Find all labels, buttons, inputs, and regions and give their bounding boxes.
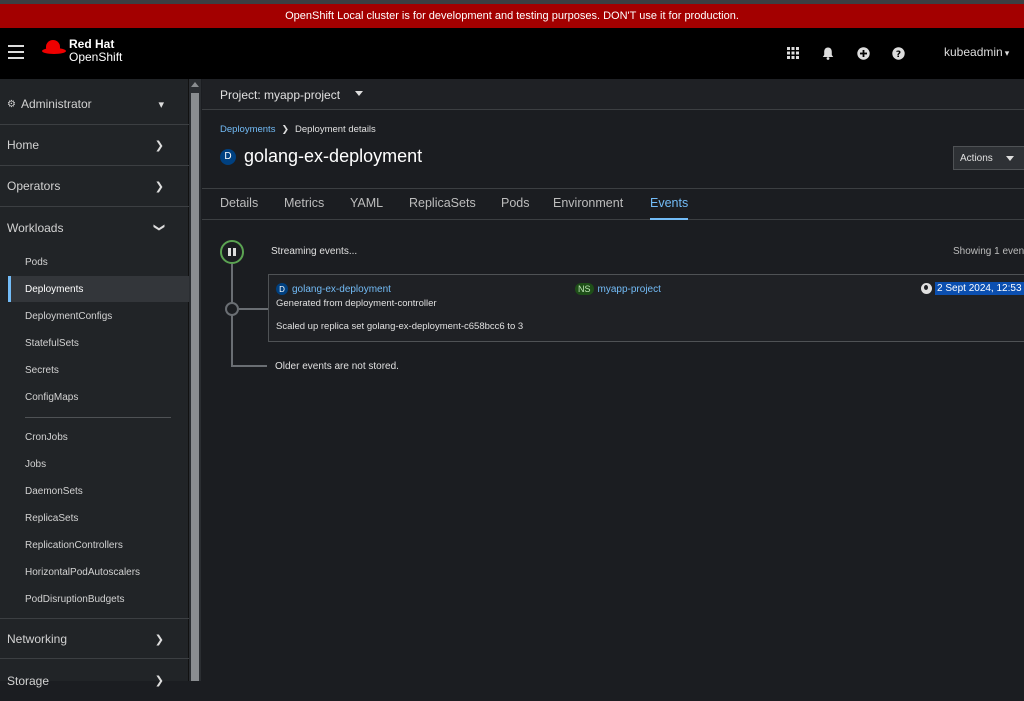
tab-details[interactable]: Details (220, 196, 258, 220)
sidebar-item-statefulsets[interactable]: StatefulSets (8, 330, 189, 356)
question-circle-icon[interactable]: ? (891, 46, 905, 60)
chevron-down-icon: ❯ (152, 222, 165, 233)
nav-section-label: Networking (7, 631, 68, 646)
main-content: Project: myapp-project Deployments ❯ Deplo… (202, 79, 1024, 681)
event-timestamp-text: 2 Sept 2024, 12:53 (935, 282, 1024, 295)
event-timestamp: 2 Sept 2024, 12:53 (921, 282, 1024, 295)
pause-streaming-button[interactable] (220, 240, 244, 264)
tab-environment[interactable]: Environment (553, 196, 623, 220)
events-count: Showing 1 event (953, 246, 1024, 257)
sidebar-item-secrets[interactable]: Secrets (8, 357, 189, 383)
streaming-status: Streaming events... (271, 246, 358, 257)
event-card: D golang-ex-deployment NS myapp-project … (268, 274, 1024, 342)
namespace-badge: NS (575, 283, 594, 295)
brand-logo[interactable]: Red Hat OpenShift (42, 38, 122, 64)
nav-section-label: Home (7, 138, 40, 152)
caret-down-icon: ▾ (158, 99, 164, 111)
timeline-connector (239, 308, 268, 310)
plus-circle-icon[interactable] (856, 46, 870, 60)
breadcrumb-separator-icon: ❯ (281, 124, 289, 134)
event-source: Generated from deployment-controller (276, 298, 437, 309)
event-namespace: NS myapp-project (575, 283, 661, 295)
timeline-node (225, 302, 239, 316)
tab-metrics[interactable]: Metrics (284, 196, 324, 220)
tab-yaml[interactable]: YAML (350, 196, 383, 220)
breadcrumb-current: Deployment details (295, 124, 376, 135)
chevron-right-icon: ❯ (154, 634, 164, 646)
event-resource-link[interactable]: golang-ex-deployment (292, 284, 391, 295)
sidebar-item-cronjobs[interactable]: CronJobs (8, 424, 189, 450)
cluster-warning-banner: OpenShift Local cluster is for developme… (0, 4, 1024, 28)
breadcrumb-deployments-link[interactable]: Deployments (220, 124, 275, 135)
globe-icon (921, 283, 932, 294)
brand-line2: OpenShift (69, 50, 123, 64)
sidebar-scrollbar[interactable] (189, 79, 201, 681)
timeline-connector (231, 365, 267, 367)
sidebar-item-jobs[interactable]: Jobs (8, 451, 189, 477)
tab-bar: Details Metrics YAML ReplicaSets Pods En… (202, 188, 1024, 220)
sidebar-item-replicasets[interactable]: ReplicaSets (8, 505, 189, 531)
sidebar-item-horizontalpodautoscalers[interactable]: HorizontalPodAutoscalers (8, 559, 189, 585)
actions-label: Actions (960, 152, 993, 164)
caret-down-icon: ▾ (1004, 48, 1010, 58)
nav-section-workloads[interactable]: Workloads ❯ (0, 207, 189, 248)
bell-icon[interactable] (821, 46, 835, 60)
page-title-text: golang-ex-deployment (244, 146, 423, 166)
events-panel: Streaming events... Showing 1 event D go… (202, 220, 1024, 681)
masthead: Red Hat OpenShift ? kubeadmin ▾ (0, 28, 1024, 79)
caret-down-icon (1006, 156, 1014, 161)
page-title: D golang-ex-deployment (220, 146, 422, 167)
scroll-up-arrow-icon[interactable] (191, 82, 199, 87)
event-namespace-link[interactable]: myapp-project (598, 284, 661, 295)
project-bar: Project: myapp-project (202, 79, 1024, 110)
event-message: Scaled up replica set golang-ex-deployme… (276, 321, 524, 332)
older-events-note: Older events are not stored. (275, 361, 399, 372)
red-hat-logo-icon (42, 38, 66, 58)
grid-icon[interactable] (786, 46, 800, 60)
breadcrumb: Deployments ❯ Deployment details (220, 124, 376, 135)
nav-section-home[interactable]: Home ❯ (0, 125, 189, 166)
sidebar-item-poddisruptionbudgets[interactable]: PodDisruptionBudgets (8, 586, 189, 612)
nav-section-label: Workloads (7, 220, 64, 235)
tab-events[interactable]: Events (650, 196, 689, 220)
tab-replicasets[interactable]: ReplicaSets (409, 196, 476, 220)
sidebar: ⚙ Administrator ▾ Home ❯ Operators ❯ Wor… (0, 79, 189, 688)
actions-dropdown[interactable]: Actions (953, 146, 1024, 170)
nav-section-label: Operators (7, 179, 61, 193)
event-resource: D golang-ex-deployment (276, 283, 391, 295)
scrollbar-thumb[interactable] (191, 93, 199, 681)
sidebar-item-configmaps[interactable]: ConfigMaps (8, 384, 189, 410)
caret-down-icon[interactable] (355, 91, 363, 96)
user-menu[interactable]: kubeadmin ▾ (944, 45, 1009, 59)
sidebar-item-deployments[interactable]: Deployments (8, 276, 189, 302)
hamburger-menu-icon[interactable] (8, 45, 24, 59)
pause-icon (228, 248, 236, 256)
tab-pods[interactable]: Pods (501, 196, 530, 220)
nav-section-networking[interactable]: Networking ❯ (0, 618, 189, 659)
chevron-right-icon: ❯ (154, 181, 164, 193)
gears-icon: ⚙ (7, 98, 16, 110)
sidebar-item-daemonsets[interactable]: DaemonSets (8, 478, 189, 504)
project-selector[interactable]: Project: myapp-project (220, 88, 340, 102)
nav-divider (25, 417, 171, 418)
perspective-label: Administrator (20, 97, 92, 111)
nav-section-operators[interactable]: Operators ❯ (0, 166, 189, 207)
chevron-right-icon: ❯ (154, 140, 164, 152)
user-name: kubeadmin (944, 45, 1003, 59)
perspective-switcher[interactable]: ⚙ Administrator ▾ (0, 84, 189, 125)
deployment-badge: D (220, 148, 236, 165)
sidebar-item-deploymentconfigs[interactable]: DeploymentConfigs (8, 303, 189, 329)
svg-text:?: ? (895, 50, 900, 60)
sidebar-item-replicationcontrollers[interactable]: ReplicationControllers (8, 532, 189, 558)
sidebar-item-pods[interactable]: Pods (8, 249, 189, 275)
deployment-badge: D (276, 283, 288, 295)
